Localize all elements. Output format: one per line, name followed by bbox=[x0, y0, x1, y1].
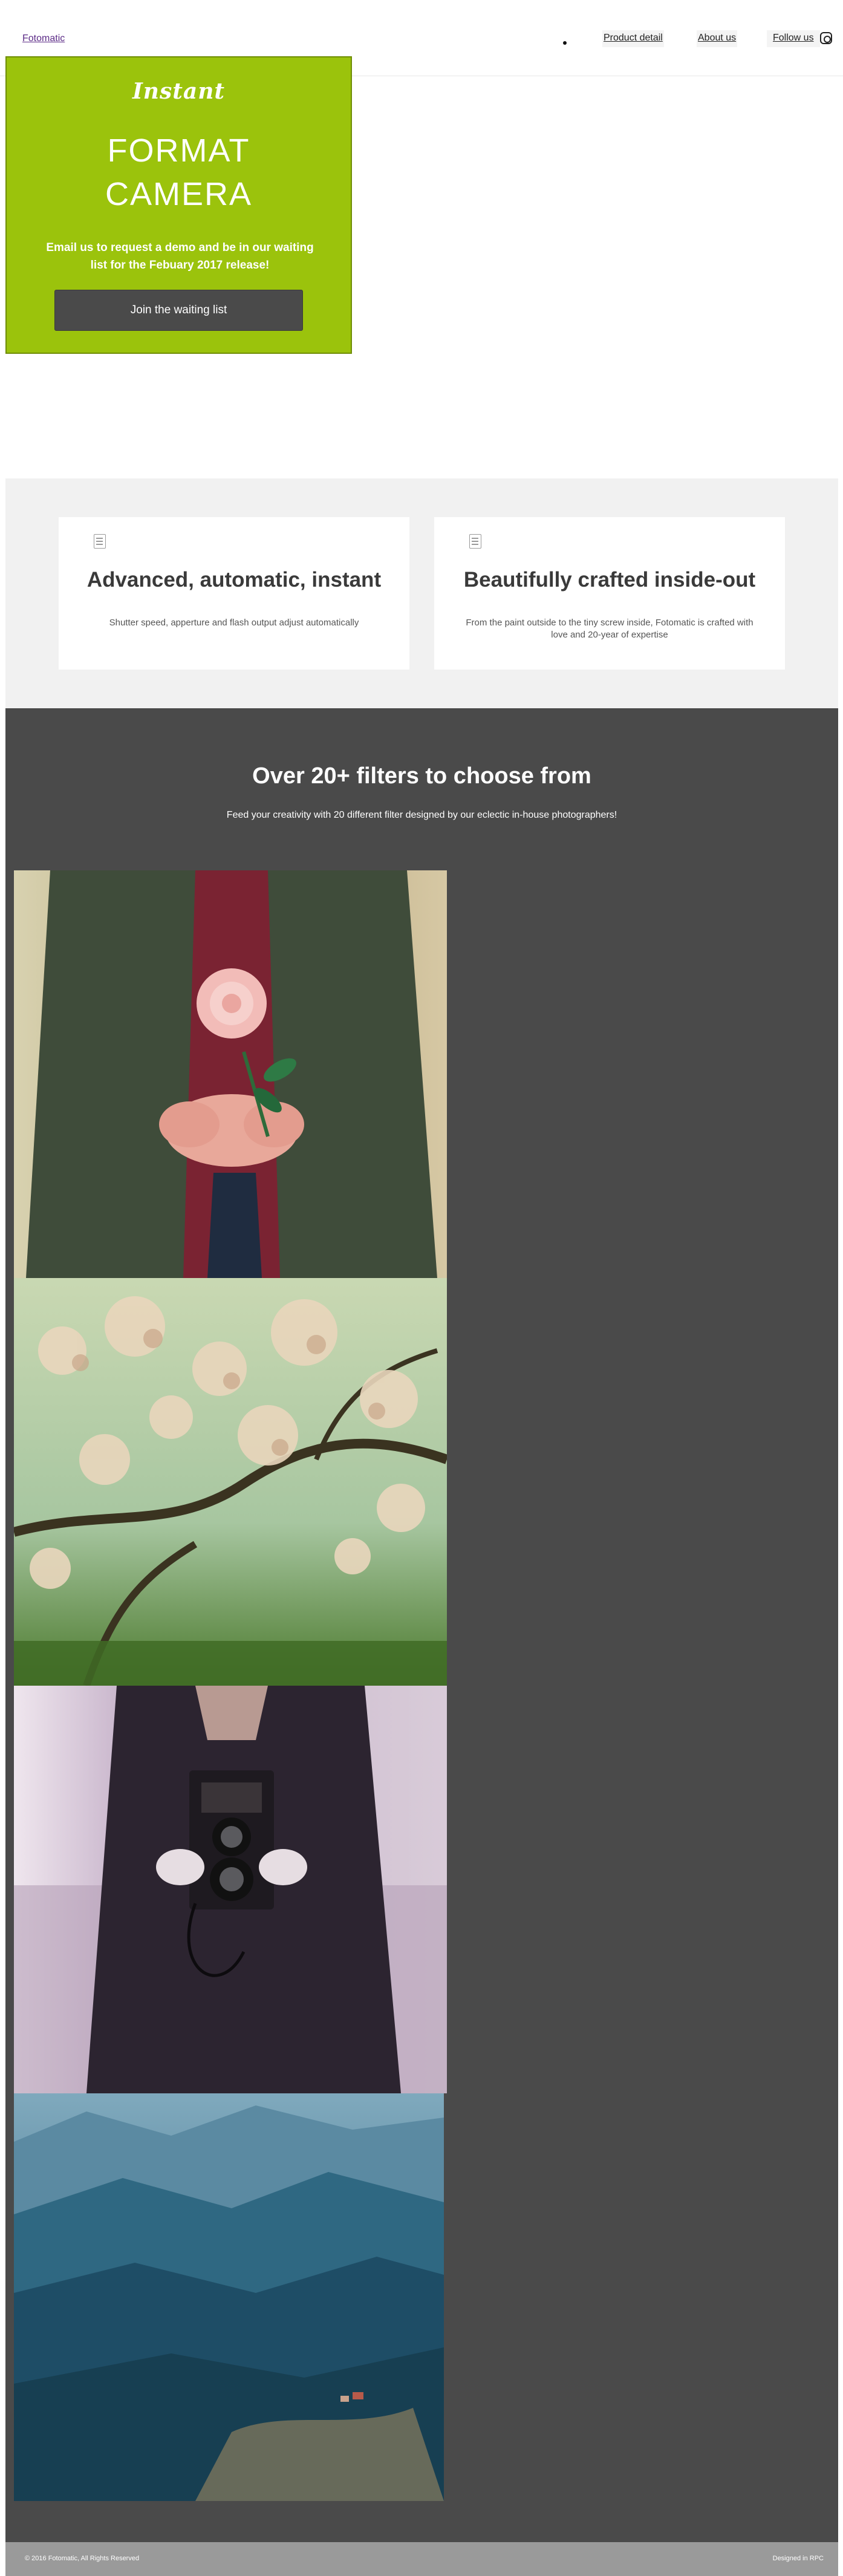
brand-link[interactable]: Fotomatic bbox=[22, 33, 65, 44]
feature-card: Beautifully crafted inside-out From the … bbox=[434, 517, 785, 670]
flower-in-hands-photo bbox=[14, 870, 447, 1278]
filters-title: Over 20+ filters to choose from bbox=[252, 763, 591, 789]
join-waiting-list-button[interactable]: Join the waiting list bbox=[54, 290, 303, 331]
features-section: Advanced, automatic, instant Shutter spe… bbox=[5, 478, 838, 708]
hero-title-line1: FORMAT bbox=[107, 132, 250, 169]
nav-product-detail[interactable]: Product detail bbox=[602, 30, 664, 47]
footer-credit: Designed in RPC bbox=[772, 2555, 824, 2562]
hero-title: FORMAT CAMERA bbox=[7, 129, 351, 216]
hero-description: Email us to request a demo and be in our… bbox=[43, 239, 317, 274]
hero-title-line2: CAMERA bbox=[105, 176, 253, 212]
feature-title: Beautifully crafted inside-out bbox=[463, 568, 756, 592]
filters-subtitle: Feed your creativity with 20 different f… bbox=[226, 810, 617, 820]
nav-follow-us-label: Follow us bbox=[773, 33, 814, 43]
feature-title: Advanced, automatic, instant bbox=[86, 568, 382, 592]
nav-follow-us[interactable]: Follow us bbox=[767, 30, 820, 47]
hero-logo: Instant bbox=[132, 79, 226, 104]
filters-section: Over 20+ filters to choose from Feed you… bbox=[5, 708, 838, 2542]
mountain-valley-photo bbox=[14, 2093, 444, 2501]
site-footer: © 2016 Fotomatic, All Rights Reserved De… bbox=[5, 2542, 838, 2576]
blossom-branches-photo bbox=[14, 1278, 447, 1686]
feature-text: From the paint outside to the tiny screw… bbox=[466, 618, 753, 640]
feature-card: Advanced, automatic, instant Shutter spe… bbox=[59, 517, 409, 670]
hero-card: Instant FORMAT CAMERA Email us to reques… bbox=[5, 56, 352, 354]
nav-about-us[interactable]: About us bbox=[697, 30, 738, 47]
dot-icon bbox=[563, 41, 567, 45]
hero-text-after: release! bbox=[223, 259, 270, 272]
feature-text: Shutter speed, apperture and flash outpu… bbox=[109, 618, 359, 628]
hero-text-bold: Febuary 2017 bbox=[149, 259, 223, 272]
vintage-camera-photo bbox=[14, 1686, 447, 2093]
footer-copyright: © 2016 Fotomatic, All Rights Reserved bbox=[25, 2555, 140, 2562]
document-icon bbox=[94, 534, 106, 549]
nav-product-detail-label: Product detail bbox=[604, 33, 663, 43]
document-icon bbox=[469, 534, 481, 549]
nav-about-us-label: About us bbox=[698, 33, 737, 43]
instagram-icon[interactable] bbox=[820, 32, 832, 44]
